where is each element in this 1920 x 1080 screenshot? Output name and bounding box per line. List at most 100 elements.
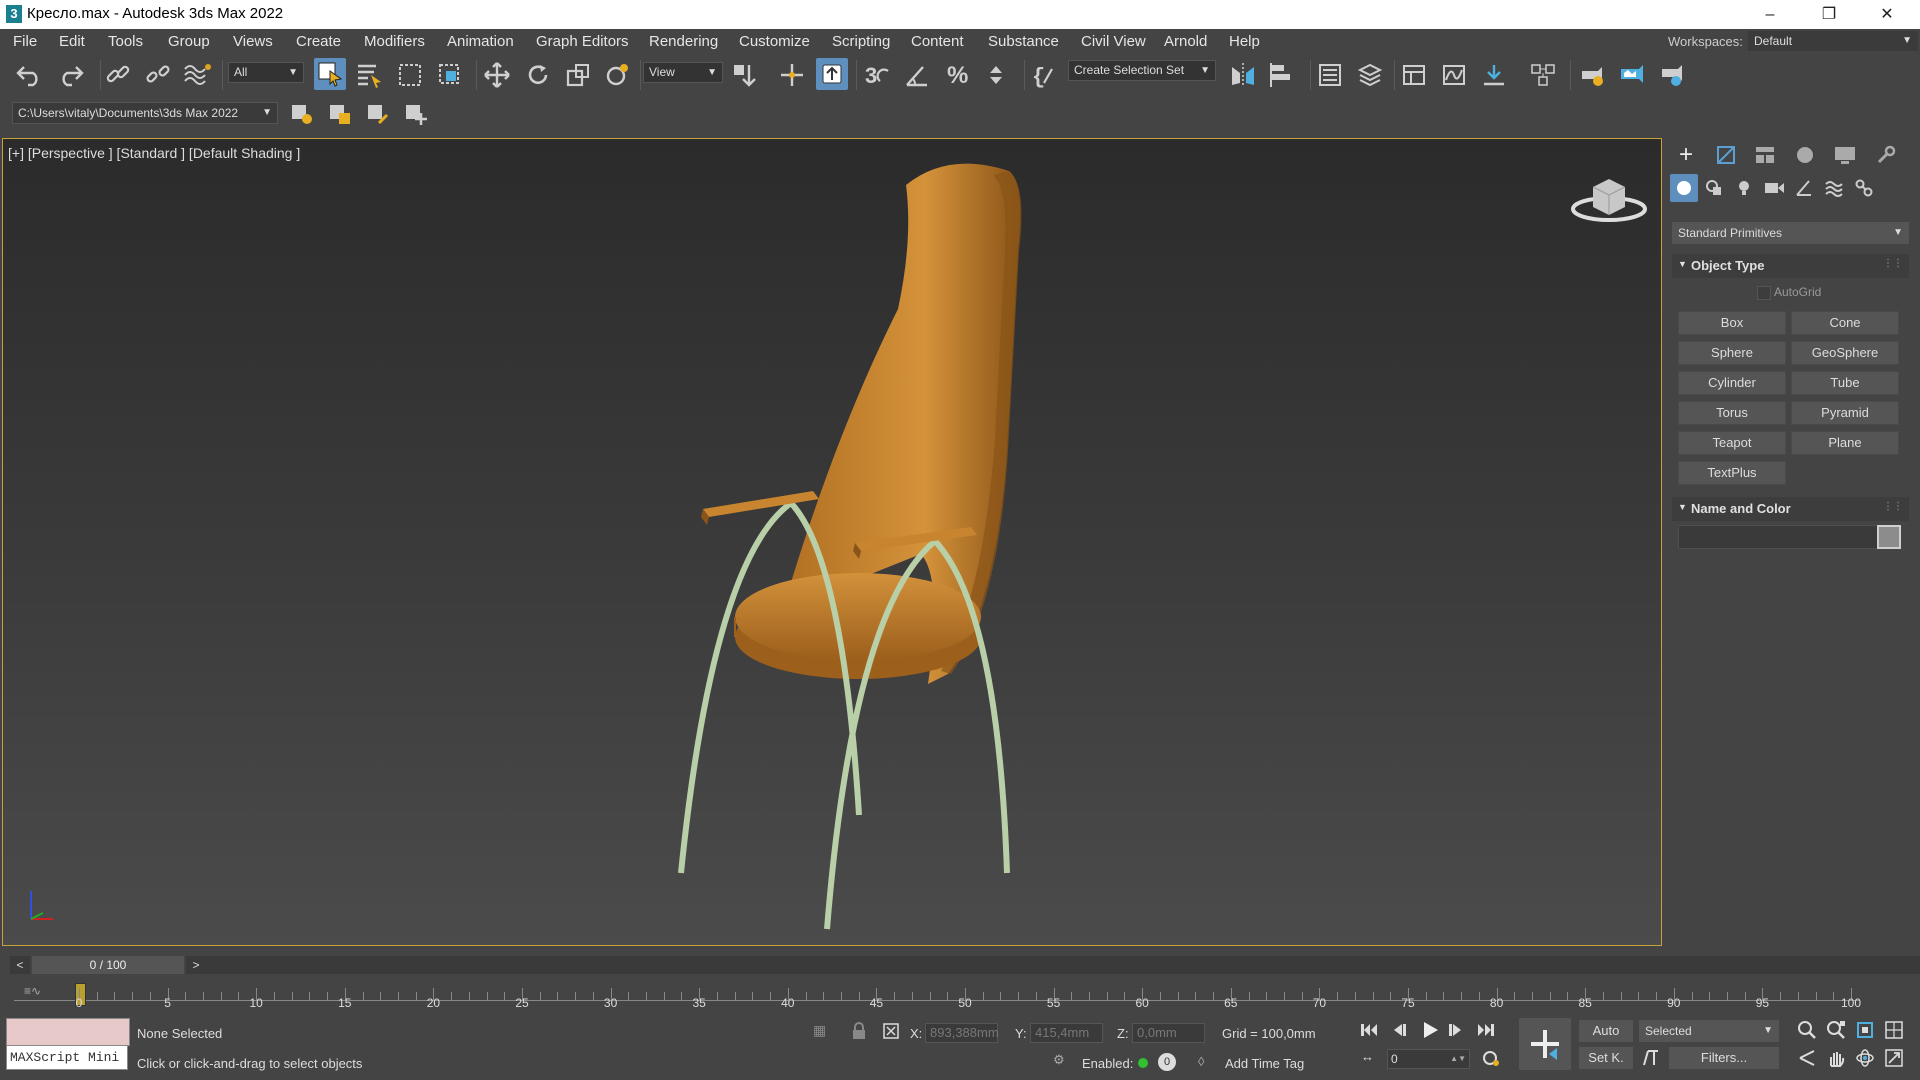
hierarchy-tab-icon[interactable]	[1748, 140, 1782, 170]
menu-customize[interactable]: Customize	[739, 33, 810, 50]
mirror-icon[interactable]	[1227, 59, 1259, 91]
menu-file[interactable]: File	[13, 33, 37, 50]
time-configuration-icon[interactable]	[1482, 1049, 1502, 1069]
maxscript-listener-field[interactable]	[6, 1018, 130, 1046]
project-settings-icon[interactable]	[286, 98, 318, 130]
undo-icon[interactable]	[14, 59, 46, 91]
workspaces-dropdown[interactable]: Default ▼	[1748, 31, 1918, 51]
cone-button[interactable]: Cone	[1791, 311, 1899, 335]
cameras-icon[interactable]	[1760, 174, 1788, 202]
project-switch-icon[interactable]	[362, 98, 394, 130]
tube-button[interactable]: Tube	[1791, 371, 1899, 395]
geometry-icon[interactable]	[1670, 174, 1698, 202]
minimize-icon[interactable]: –	[1741, 0, 1799, 29]
key-mode-toggle-icon[interactable]	[1640, 1047, 1662, 1069]
previous-frame-icon[interactable]	[1390, 1022, 1410, 1042]
cylinder-button[interactable]: Cylinder	[1678, 371, 1786, 395]
menu-scripting[interactable]: Scripting	[832, 33, 890, 50]
scene-explorer-icon[interactable]	[1314, 59, 1346, 91]
utilities-tab-icon[interactable]	[1869, 140, 1903, 170]
display-tab-icon[interactable]	[1828, 140, 1862, 170]
restore-icon[interactable]: ❐	[1800, 0, 1858, 29]
teapot-button[interactable]: Teapot	[1678, 431, 1786, 455]
keyboard-shortcut-override-icon[interactable]	[816, 58, 848, 90]
isolate-selection-icon[interactable]: ▦	[813, 1022, 835, 1042]
sphere-button[interactable]: Sphere	[1678, 341, 1786, 365]
project-path-dropdown[interactable]: C:\Users\vitaly\Documents\3ds Max 2022 ▼	[12, 102, 278, 124]
key-filters-button[interactable]: Filters...	[1669, 1047, 1779, 1069]
motion-tab-icon[interactable]	[1788, 140, 1822, 170]
zoom-all-icon[interactable]	[1826, 1020, 1848, 1042]
render-setup-icon[interactable]	[1576, 59, 1608, 91]
menu-civil-view[interactable]: Civil View	[1081, 33, 1146, 50]
geosphere-button[interactable]: GeoSphere	[1791, 341, 1899, 365]
place-icon[interactable]	[602, 59, 634, 91]
time-slider-thumb[interactable]: 0 / 100	[32, 956, 184, 974]
selection-lock-icon[interactable]	[851, 1022, 869, 1042]
plane-button[interactable]: Plane	[1791, 431, 1899, 455]
spinner-snap-icon[interactable]	[982, 59, 1014, 91]
curve-editor-icon[interactable]	[1438, 59, 1470, 91]
add-time-tag[interactable]: Add Time Tag	[1225, 1056, 1304, 1071]
category-dropdown[interactable]: Standard Primitives ▼	[1672, 222, 1909, 244]
move-icon[interactable]	[481, 59, 513, 91]
window-crossing-icon[interactable]	[434, 59, 466, 91]
pivot-center-icon[interactable]	[729, 59, 761, 91]
orbit-icon[interactable]	[1855, 1048, 1877, 1070]
toggle-ribbon-icon[interactable]	[1398, 59, 1430, 91]
set-key-button[interactable]: Set K.	[1579, 1047, 1633, 1069]
menu-create[interactable]: Create	[296, 33, 341, 50]
rectangular-selection-icon[interactable]	[394, 59, 426, 91]
scale-icon[interactable]	[562, 59, 594, 91]
render-production-icon[interactable]	[1656, 59, 1688, 91]
pan-hand-icon[interactable]	[1826, 1048, 1848, 1070]
select-object-icon[interactable]	[314, 58, 346, 90]
go-to-start-icon[interactable]	[1360, 1022, 1380, 1042]
menu-rendering[interactable]: Rendering	[649, 33, 718, 50]
edit-named-selection-icon[interactable]: {	[1028, 59, 1060, 91]
percent-snap-icon[interactable]: %	[942, 59, 974, 91]
menu-tools[interactable]: Tools	[108, 33, 143, 50]
maxscript-mini-field[interactable]: MAXScript Mini	[6, 1045, 128, 1070]
set-key-big-icon[interactable]	[1519, 1018, 1571, 1070]
mini-curve-editor-icon[interactable]: ≡∿	[24, 984, 50, 998]
adaptive-degradation-icon[interactable]: ⚙	[1053, 1052, 1069, 1072]
torus-button[interactable]: Torus	[1678, 401, 1786, 425]
zoom-extents-all-icon[interactable]	[1884, 1020, 1906, 1042]
object-type-rollout-header[interactable]: ▼ Object Type ⋮⋮	[1672, 254, 1909, 278]
align-icon[interactable]	[1266, 59, 1298, 91]
absolute-mode-icon[interactable]	[882, 1022, 902, 1042]
angle-snap-icon[interactable]	[901, 59, 933, 91]
pyramid-button[interactable]: Pyramid	[1791, 401, 1899, 425]
key-filter-dropdown[interactable]: Selected ▼	[1639, 1020, 1779, 1042]
time-slider-next[interactable]: >	[186, 956, 206, 974]
menu-modifiers[interactable]: Modifiers	[364, 33, 425, 50]
menu-edit[interactable]: Edit	[59, 33, 85, 50]
redo-icon[interactable]	[54, 59, 86, 91]
next-frame-icon[interactable]	[1447, 1022, 1467, 1042]
schematic-view-icon[interactable]	[1478, 59, 1510, 91]
track-bar[interactable]: ≡∿ 0 5 10 15 20 25 30 35 40 45 50 55 60 65 70 75 80 85 90 9…	[0, 978, 1920, 1012]
material-editor-icon[interactable]	[1528, 59, 1560, 91]
box-button[interactable]: Box	[1678, 311, 1786, 335]
menu-group[interactable]: Group	[168, 33, 210, 50]
create-tab-icon[interactable]: +	[1669, 140, 1703, 170]
select-and-manipulate-icon[interactable]	[776, 59, 808, 91]
menu-graph-editors[interactable]: Graph Editors	[536, 33, 629, 50]
current-frame-field[interactable]: 0 ▲▼	[1387, 1049, 1470, 1069]
layer-explorer-icon[interactable]	[1354, 59, 1386, 91]
project-create-icon[interactable]	[400, 98, 432, 130]
time-slider-prev[interactable]: <	[10, 956, 30, 974]
menu-content[interactable]: Content	[911, 33, 964, 50]
rotate-icon[interactable]	[522, 59, 554, 91]
reference-coordinate-dropdown[interactable]: View ▼	[643, 62, 723, 83]
project-folder-icon[interactable]	[324, 98, 356, 130]
modify-tab-icon[interactable]	[1709, 140, 1743, 170]
field-of-view-icon[interactable]	[1797, 1048, 1819, 1070]
time-config-arrows-icon[interactable]: ↔	[1361, 1049, 1379, 1067]
auto-key-button[interactable]: Auto	[1579, 1020, 1633, 1042]
bind-space-warp-icon[interactable]	[182, 59, 214, 91]
lights-icon[interactable]	[1730, 174, 1758, 202]
textplus-button[interactable]: TextPlus	[1678, 461, 1786, 485]
go-to-end-icon[interactable]	[1477, 1022, 1497, 1042]
